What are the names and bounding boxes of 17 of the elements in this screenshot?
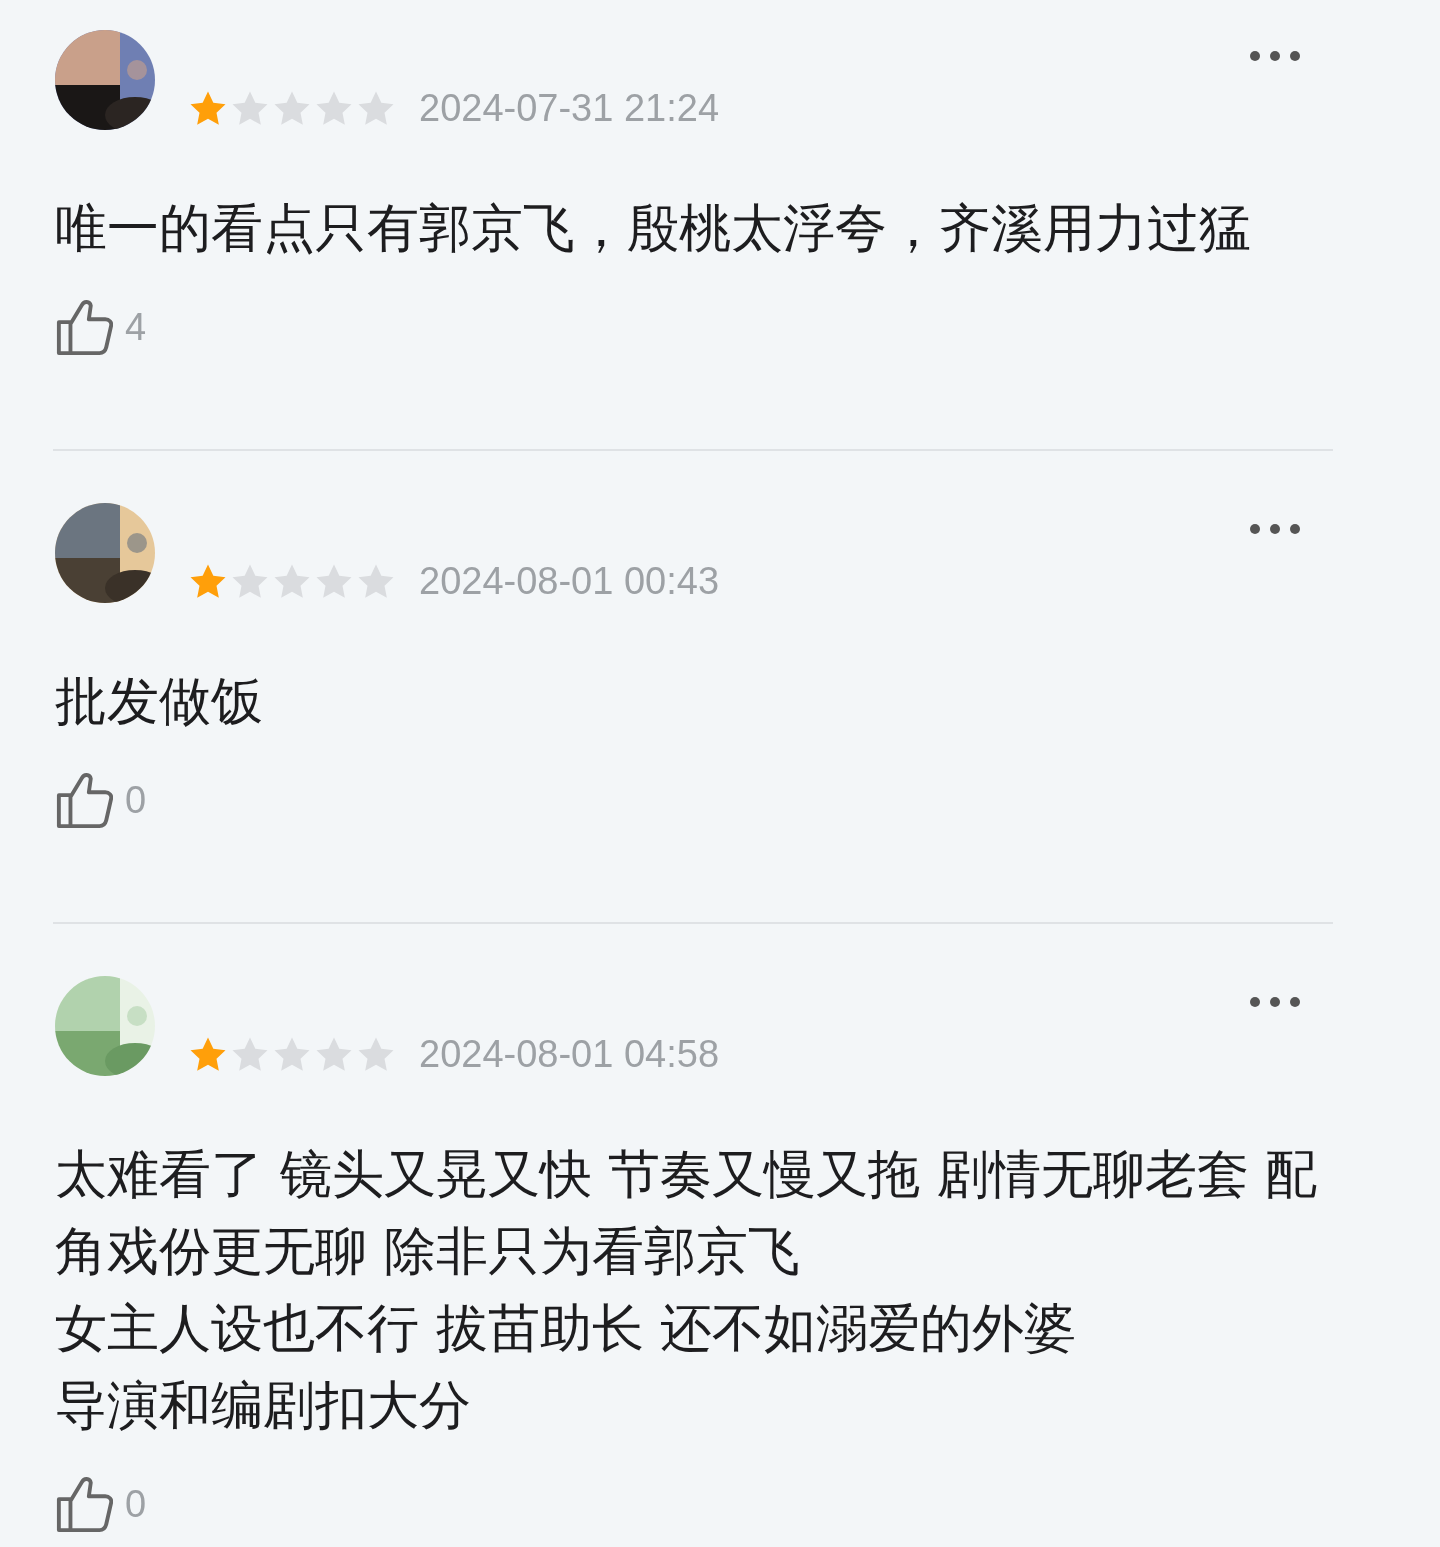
like-count: 0 — [125, 1482, 147, 1526]
more-icon[interactable] — [1249, 523, 1301, 535]
thumbs-up-icon[interactable] — [55, 770, 113, 830]
thumbs-up-icon[interactable] — [55, 297, 113, 357]
review-text: 批发做饭 — [55, 670, 264, 733]
review-text: 唯一的看点只有郭京飞，殷桃太浮夸，齐溪用力过猛 — [55, 197, 1252, 260]
review-text: 太难看了 镜头又晃又快 节奏又慢又拖 剧情无聊老套 配角戏份更无聊 除非只为看郭京飞 — [55, 1143, 1319, 1283]
like-count: 0 — [125, 778, 147, 822]
more-icon[interactable] — [1249, 996, 1301, 1008]
more-icon[interactable] — [1249, 50, 1301, 62]
review-text: 女主人设也不行 拔苗助长 还不如溺爱的外婆 — [55, 1297, 1078, 1360]
like-count: 4 — [125, 305, 147, 349]
review-date: 2024-07-31 21:24 — [419, 87, 720, 130]
review-text: 导演和编剧扣大分 — [55, 1374, 472, 1437]
thumbs-up-icon[interactable] — [55, 1474, 113, 1534]
review-date: 2024-08-01 04:58 — [419, 1033, 720, 1076]
review-date: 2024-08-01 00:43 — [419, 560, 720, 603]
